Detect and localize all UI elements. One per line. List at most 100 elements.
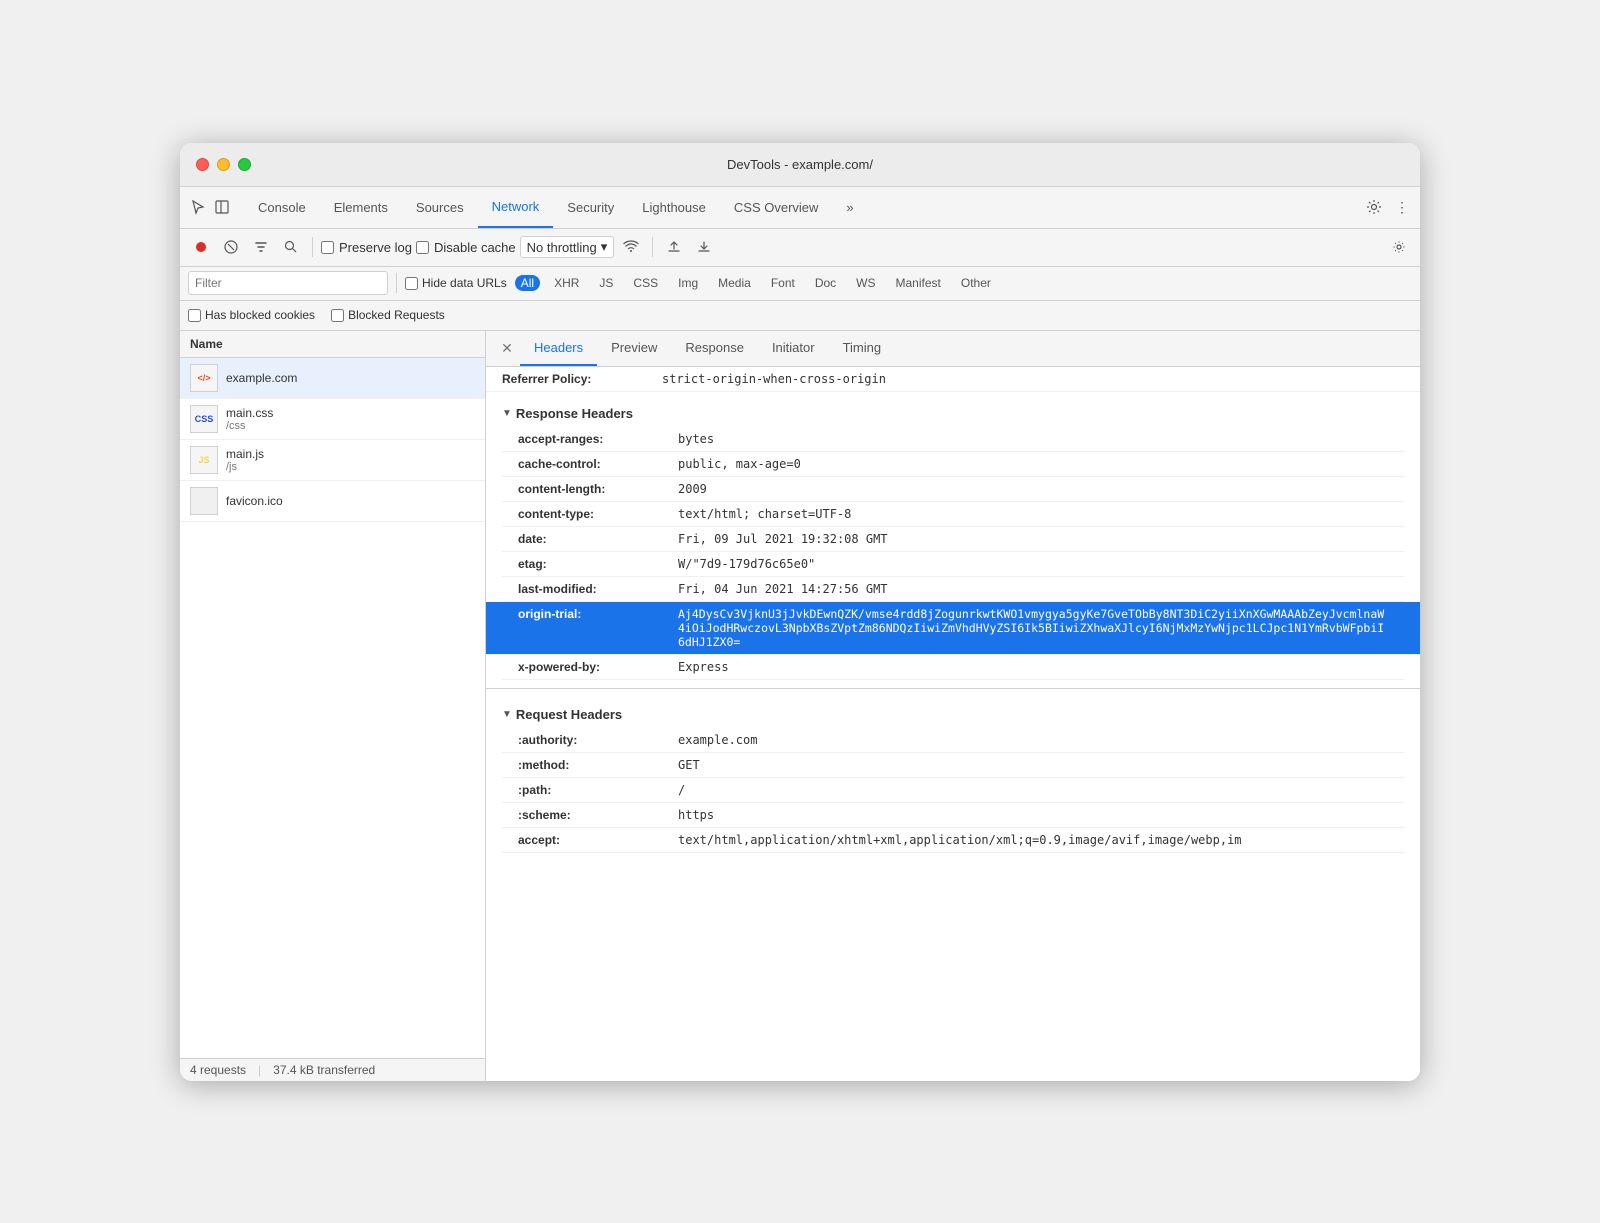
response-header-row: cache-control:public, max-age=0: [502, 452, 1404, 477]
request-headers-rows: :authority:example.com:method:GET:path:/…: [502, 728, 1404, 853]
tab-elements[interactable]: Elements: [320, 187, 402, 228]
x-powered-by-name: x-powered-by:: [518, 660, 678, 674]
request-headers-section: ▼ Request Headers :authority:example.com…: [486, 693, 1420, 857]
hide-data-urls-checkbox[interactable]: Hide data URLs: [405, 276, 507, 290]
request-path-main-js: /js: [226, 461, 475, 473]
tabbar: Console Elements Sources Network Securit…: [180, 187, 1420, 229]
filter-manifest-btn[interactable]: Manifest: [890, 275, 947, 291]
response-header-row: content-length:2009: [502, 477, 1404, 502]
throttle-select[interactable]: No throttling ▾: [520, 236, 615, 258]
tab-network[interactable]: Network: [478, 187, 554, 228]
response-triangle-icon: ▼: [502, 408, 512, 419]
request-icon-html: </>: [190, 364, 218, 392]
panel-close-button[interactable]: ✕: [494, 335, 520, 361]
request-name-main-css: main.css: [226, 406, 475, 420]
more-options-icon[interactable]: ⋮: [1392, 197, 1412, 217]
request-icon-js: JS: [190, 446, 218, 474]
request-item-main-css[interactable]: CSS main.css /css: [180, 399, 485, 440]
x-powered-by-row: x-powered-by: Express: [502, 655, 1404, 680]
response-header-row: accept-ranges:bytes: [502, 427, 1404, 452]
filter-font-btn[interactable]: Font: [765, 275, 801, 291]
panel-tab-response[interactable]: Response: [671, 331, 758, 366]
request-icon-ico: [190, 487, 218, 515]
toolbar-divider-2: [652, 237, 653, 257]
traffic-lights: [196, 158, 251, 171]
close-button[interactable]: [196, 158, 209, 171]
panel-tab-initiator[interactable]: Initiator: [758, 331, 829, 366]
filter-ws-btn[interactable]: WS: [850, 275, 881, 291]
titlebar: DevTools - example.com/: [180, 143, 1420, 187]
blockedbar: Has blocked cookies Blocked Requests: [180, 301, 1420, 331]
panel-tabs: ✕ Headers Preview Response Initiator Tim…: [486, 331, 1420, 367]
dock-icon[interactable]: [212, 197, 232, 217]
request-header-row: accept:text/html,application/xhtml+xml,a…: [502, 828, 1404, 853]
filter-other-btn[interactable]: Other: [955, 275, 997, 291]
throttle-dropdown-icon: ▾: [601, 239, 608, 255]
request-item-example-com[interactable]: </> example.com: [180, 358, 485, 399]
response-header-row: etag:W/"7d9-179d76c65e0": [502, 552, 1404, 577]
filter-js-btn[interactable]: JS: [593, 275, 619, 291]
request-headers-title: ▼ Request Headers: [502, 701, 1404, 728]
record-button[interactable]: [188, 234, 214, 260]
wifi-icon-button[interactable]: [618, 234, 644, 260]
cursor-icon[interactable]: [188, 197, 208, 217]
filter-input-wrapper: [188, 271, 388, 295]
column-header-name: Name: [180, 331, 485, 358]
search-button[interactable]: [278, 234, 304, 260]
tab-security[interactable]: Security: [553, 187, 628, 228]
status-bar: 4 requests | 37.4 kB transferred: [180, 1058, 485, 1081]
settings-icon[interactable]: [1364, 197, 1384, 217]
filterbar: Hide data URLs All XHR JS CSS Img Media …: [180, 267, 1420, 301]
toolbar-right: [1386, 234, 1412, 260]
settings-gear-icon[interactable]: [1386, 234, 1412, 260]
request-item-favicon[interactable]: favicon.ico: [180, 481, 485, 522]
request-name-example-com: example.com: [226, 371, 475, 385]
minimize-button[interactable]: [217, 158, 230, 171]
upload-icon-button[interactable]: [661, 234, 687, 260]
request-header-row: :scheme:https: [502, 803, 1404, 828]
panel-tab-timing[interactable]: Timing: [829, 331, 896, 366]
origin-trial-row: origin-trial: Aj4DysCv3VjknU3jJvkDEwnQZK…: [486, 602, 1420, 655]
panel-tab-preview[interactable]: Preview: [597, 331, 671, 366]
request-header-row: :authority:example.com: [502, 728, 1404, 753]
filter-input[interactable]: [195, 276, 381, 290]
network-toolbar: Preserve log Disable cache No throttling…: [180, 229, 1420, 267]
origin-trial-value: Aj4DysCv3VjknU3jJvkDEwnQZK/vmse4rdd8jZog…: [678, 607, 1388, 649]
filter-xhr-btn[interactable]: XHR: [548, 275, 585, 291]
request-list: </> example.com CSS main.css /css: [180, 358, 485, 1058]
filter-css-btn[interactable]: CSS: [627, 275, 664, 291]
panel-tab-headers[interactable]: Headers: [520, 331, 597, 366]
request-name-favicon: favicon.ico: [226, 494, 475, 508]
request-item-main-js[interactable]: JS main.js /js: [180, 440, 485, 481]
tab-more[interactable]: »: [832, 187, 867, 228]
filter-media-btn[interactable]: Media: [712, 275, 757, 291]
tabbar-right-icons: ⋮: [1364, 187, 1412, 228]
request-icon-css: CSS: [190, 405, 218, 433]
blocked-requests-checkbox[interactable]: Blocked Requests: [331, 308, 445, 322]
download-icon-button[interactable]: [691, 234, 717, 260]
tab-css-overview[interactable]: CSS Overview: [720, 187, 833, 228]
clear-button[interactable]: [218, 234, 244, 260]
filter-icon-button[interactable]: [248, 234, 274, 260]
referrer-policy-name: Referrer Policy:: [502, 372, 662, 386]
response-header-row: date:Fri, 09 Jul 2021 19:32:08 GMT: [502, 527, 1404, 552]
filter-doc-btn[interactable]: Doc: [809, 275, 842, 291]
maximize-button[interactable]: [238, 158, 251, 171]
filter-divider: [396, 273, 397, 293]
response-headers-section: ▼ Response Headers accept-ranges:bytesca…: [486, 392, 1420, 684]
has-blocked-cookies-checkbox[interactable]: Has blocked cookies: [188, 308, 315, 322]
request-header-row: :path:/: [502, 778, 1404, 803]
tab-console[interactable]: Console: [244, 187, 320, 228]
left-panel: Name </> example.com CSS main.css: [180, 331, 486, 1081]
referrer-policy-value: strict-origin-when-cross-origin: [662, 372, 1404, 386]
tab-sources[interactable]: Sources: [402, 187, 478, 228]
tab-lighthouse[interactable]: Lighthouse: [628, 187, 720, 228]
filter-img-btn[interactable]: Img: [672, 275, 704, 291]
filter-all-btn[interactable]: All: [515, 275, 540, 291]
response-header-row: content-type:text/html; charset=UTF-8: [502, 502, 1404, 527]
response-header-row: last-modified:Fri, 04 Jun 2021 14:27:56 …: [502, 577, 1404, 602]
request-path-main-css: /css: [226, 420, 475, 432]
disable-cache-checkbox[interactable]: Disable cache: [416, 240, 516, 255]
preserve-log-checkbox[interactable]: Preserve log: [321, 240, 412, 255]
request-triangle-icon: ▼: [502, 709, 512, 720]
